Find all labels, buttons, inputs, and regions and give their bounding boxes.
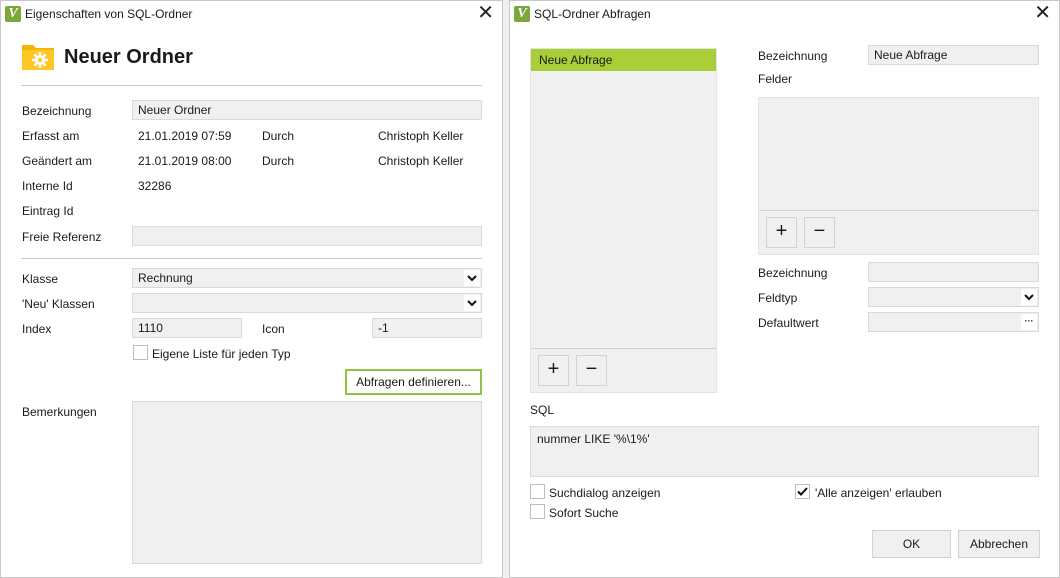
title-bar[interactable]: V SQL-Ordner Abfragen ✕ [510,1,1059,27]
label-interne-id: Interne Id [22,179,73,193]
checkmark-icon [797,487,808,496]
query-bezeichnung-input[interactable]: Neue Abfrage [868,45,1039,65]
sofort-suche-label: Sofort Suche [549,506,619,520]
chevron-down-icon[interactable] [464,295,480,311]
bezeichnung-input[interactable]: Neuer Ordner [132,100,482,120]
label-felder: Felder [758,72,793,86]
eigene-liste-label: Eigene Liste für jeden Typ [152,347,291,361]
bemerkungen-textarea[interactable] [132,401,482,564]
title-bar[interactable]: V Eigenschaften von SQL-Ordner ✕ [1,1,502,27]
label-klasse: Klasse [22,272,59,286]
label-bezeichnung: Bezeichnung [758,49,828,63]
chevron-down-icon[interactable] [464,270,480,286]
list-item[interactable]: Neue Abfrage [531,49,716,71]
abfragen-definieren-button[interactable]: Abfragen definieren... [345,369,482,395]
erfasst-datum: 21.01.2019 07:59 [138,129,232,143]
chevron-down-icon[interactable] [1021,289,1037,305]
label-bemerkungen: Bemerkungen [22,405,97,419]
add-query-button[interactable]: + [538,355,569,386]
label-eintrag-id: Eintrag Id [22,204,74,218]
properties-dialog: V Eigenschaften von SQL-Ordner ✕ Neuer O… [0,0,503,578]
label-index: Index [22,322,52,336]
label-erfasst: Erfasst am [22,129,80,143]
geaendert-user: Christoph Keller [378,154,464,168]
sql-folder-icon [22,45,54,70]
label-defaultwert: Defaultwert [758,316,819,330]
defaultwert-input[interactable]: ··· [868,312,1039,332]
close-icon[interactable]: ✕ [477,2,494,24]
label-icon: Icon [262,322,285,336]
ok-button[interactable]: OK [872,530,951,558]
erfasst-user: Christoph Keller [378,129,464,143]
feldtyp-select[interactable] [868,287,1039,307]
window-title: Eigenschaften von SQL-Ordner [25,7,193,21]
label-bezeichnung-feld: Bezeichnung [758,266,828,280]
felder-list[interactable]: + − [758,97,1039,255]
divider [21,258,482,259]
suchdialog-checkbox[interactable] [530,484,545,499]
feld-bezeichnung-input[interactable] [868,262,1039,282]
cancel-button[interactable]: Abbrechen [958,530,1040,558]
app-logo-icon: V [514,6,530,22]
label-durch: Durch [262,154,295,168]
app-logo-icon: V [5,6,21,22]
sql-queries-dialog: V SQL-Ordner Abfragen ✕ Neue Abfrage + −… [509,0,1060,578]
remove-query-button[interactable]: − [576,355,607,386]
label-geaendert: Geändert am [22,154,93,168]
interne-id-value: 32286 [138,179,172,193]
label-sql: SQL [530,403,555,417]
index-input[interactable]: 1110 [132,318,242,338]
close-icon[interactable]: ✕ [1034,2,1051,24]
eigene-liste-checkbox[interactable] [133,345,148,360]
divider [759,210,1038,211]
query-list[interactable]: Neue Abfrage + − [530,48,717,393]
divider [531,348,716,349]
alle-anzeigen-label: 'Alle anzeigen' erlauben [815,486,942,500]
icon-input[interactable]: -1 [372,318,482,338]
label-durch: Durch [262,129,295,143]
sofort-suche-checkbox[interactable] [530,504,545,519]
label-bezeichnung: Bezeichnung [22,104,92,118]
freie-referenz-input[interactable] [132,226,482,246]
add-field-button[interactable]: + [766,217,797,248]
label-freie-referenz: Freie Referenz [22,230,102,244]
klasse-select[interactable]: Rechnung [132,268,482,288]
divider [21,85,482,86]
neu-klassen-select[interactable] [132,293,482,313]
alle-anzeigen-checkbox[interactable] [795,484,810,499]
suchdialog-label: Suchdialog anzeigen [549,486,661,500]
window-title: SQL-Ordner Abfragen [534,7,651,21]
remove-field-button[interactable]: − [804,217,835,248]
label-feldtyp: Feldtyp [758,291,798,305]
label-neu-klassen: 'Neu' Klassen [22,297,95,311]
geaendert-datum: 21.01.2019 08:00 [138,154,232,168]
ellipsis-icon[interactable]: ··· [1021,314,1037,330]
folder-title: Neuer Ordner [64,46,193,68]
klasse-value: Rechnung [138,271,193,285]
sql-textarea[interactable]: nummer LIKE '%\1%' [530,426,1039,477]
